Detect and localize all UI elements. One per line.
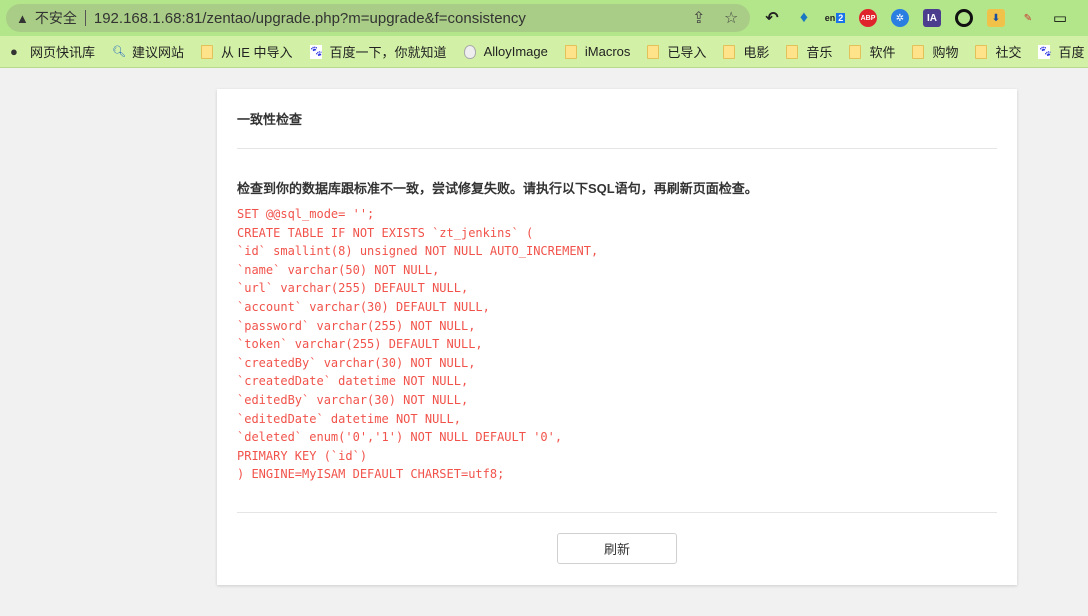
sql-line: `url` varchar(255) DEFAULT NULL, — [237, 281, 469, 296]
bookmark-item[interactable]: 社交 — [975, 42, 1021, 61]
url-text[interactable]: 192.168.1.68:81/zentao/upgrade.php?m=upg… — [94, 10, 526, 27]
divider — [84, 10, 86, 26]
bookmark-item[interactable]: 音乐 — [786, 42, 832, 61]
browser-toolbar: ▲ 不安全 192.168.1.68:81/zentao/upgrade.php… — [0, 0, 1088, 36]
bookmark-item[interactable]: 已导入 — [647, 42, 706, 61]
bookmark-item[interactable]: 从 IE 中导入 — [201, 42, 293, 61]
bookmark-label: 购物 — [932, 45, 959, 60]
bookmark-item[interactable]: 🔍︎ 建议网站 — [112, 42, 184, 61]
bookmark-item[interactable]: 🐾︎ 百度一下，你就知道 — [309, 42, 447, 61]
bookmark-item[interactable]: iMacros — [564, 44, 631, 59]
bookmark-label: 软件 — [869, 45, 896, 60]
error-message: 检查到你的数据库跟标准不一致，尝试修复失败。请执行以下SQL语句，再刷新页面检查… — [237, 181, 758, 196]
sql-line: ) ENGINE=MyISAM DEFAULT CHARSET=utf8; — [237, 467, 505, 482]
bookmark-item[interactable]: 电影 — [723, 42, 769, 61]
folder-icon — [912, 44, 925, 59]
bookmark-item[interactable]: ● 网页快讯库 — [10, 42, 95, 61]
address-bar[interactable]: ▲ 不安全 192.168.1.68:81/zentao/upgrade.php… — [6, 4, 750, 32]
baidu-icon: 🐾︎ — [1038, 44, 1053, 59]
share-icon[interactable]: ⇪ — [692, 8, 705, 28]
sql-code-block: SET @@sql_mode= ''; CREATE TABLE IF NOT E… — [237, 205, 598, 484]
bookmark-label: 建议网站 — [132, 45, 185, 60]
download-extension-icon[interactable]: ⬇ — [987, 9, 1005, 27]
bookmark-item[interactable]: 软件 — [849, 42, 895, 61]
bookmark-label: 从 IE 中导入 — [221, 45, 293, 60]
pen-extension-icon[interactable]: ✎ — [1019, 9, 1037, 27]
circle-extension-icon[interactable] — [955, 9, 973, 27]
sql-line: `deleted` enum('0','1') NOT NULL DEFAULT… — [237, 430, 563, 445]
search-icon: 🔍︎ — [112, 45, 126, 58]
divider — [237, 148, 997, 149]
laptop-icon[interactable]: ▭ — [1051, 9, 1069, 27]
folder-icon — [647, 44, 660, 59]
translate-extension-icon[interactable]: en 2 — [825, 9, 846, 27]
globe-icon: ● — [10, 43, 18, 59]
sql-line: `createdDate` datetime NOT NULL, — [237, 374, 469, 389]
pin-extension-icon[interactable]: ♦ — [795, 9, 813, 27]
bookmark-label: 百度 — [1058, 45, 1085, 60]
bookmark-label: 音乐 — [806, 45, 833, 60]
adblock-icon[interactable]: ABP — [859, 9, 877, 27]
bookmark-label: 网页快讯库 — [30, 45, 96, 60]
warning-icon: ▲ — [16, 10, 29, 26]
consistency-check-panel: 一致性检查 检查到你的数据库跟标准不一致，尝试修复失败。请执行以下SQL语句，再… — [217, 89, 1017, 585]
folder-icon — [201, 44, 214, 59]
security-label: 不安全 — [34, 10, 77, 26]
undo-extension-icon[interactable]: ↶ — [763, 9, 781, 27]
sql-line: `name` varchar(50) NOT NULL, — [237, 262, 440, 277]
bookmark-label: 社交 — [995, 45, 1022, 60]
bookmark-item[interactable]: 🐾︎ 百度 — [1038, 42, 1085, 61]
sql-line: `account` varchar(30) DEFAULT NULL, — [237, 299, 490, 314]
bookmark-label: 百度一下，你就知道 — [329, 45, 447, 60]
bookmark-label: 已导入 — [667, 45, 707, 60]
page-title: 一致性检查 — [237, 112, 303, 127]
sql-line: `editedBy` varchar(30) NOT NULL, — [237, 392, 469, 407]
sql-line: SET @@sql_mode= ''; — [237, 207, 375, 221]
sql-line: CREATE TABLE IF NOT EXISTS `zt_jenkins` … — [237, 225, 534, 240]
egg-icon — [463, 44, 476, 59]
folder-icon — [849, 44, 862, 59]
extension-badge: 2 — [836, 13, 846, 23]
bookmark-label: 电影 — [743, 45, 770, 60]
folder-icon — [723, 44, 736, 59]
bookmark-label: iMacros — [584, 44, 631, 59]
sql-line: `token` varchar(255) DEFAULT NULL, — [237, 337, 483, 352]
refresh-button[interactable]: 刷新 — [557, 533, 677, 564]
bookmark-item[interactable]: AlloyImage — [463, 44, 548, 59]
sql-line: `password` varchar(255) NOT NULL, — [237, 318, 476, 333]
baidu-icon: 🐾︎ — [309, 44, 324, 59]
gear-extension-icon[interactable]: ✲ — [891, 9, 909, 27]
sql-line: `id` smallint(8) unsigned NOT NULL AUTO_… — [237, 244, 599, 259]
sql-line: PRIMARY KEY (`id`) — [237, 448, 368, 463]
divider — [237, 512, 997, 513]
sql-line: `createdBy` varchar(30) NOT NULL, — [237, 355, 476, 370]
ia-extension-icon[interactable]: IA — [923, 9, 941, 27]
star-icon[interactable]: ☆ — [724, 8, 738, 28]
folder-icon — [975, 44, 988, 59]
folder-icon — [564, 44, 577, 59]
bookmark-item[interactable]: 购物 — [912, 42, 958, 61]
bookmark-label: AlloyImage — [483, 44, 548, 59]
sql-line: `editedDate` datetime NOT NULL, — [237, 411, 461, 426]
folder-icon — [786, 44, 799, 59]
bookmarks-bar: ● 网页快讯库 🔍︎ 建议网站 从 IE 中导入 🐾︎ 百度一下，你就知道 AlloyImag… — [0, 36, 1088, 68]
